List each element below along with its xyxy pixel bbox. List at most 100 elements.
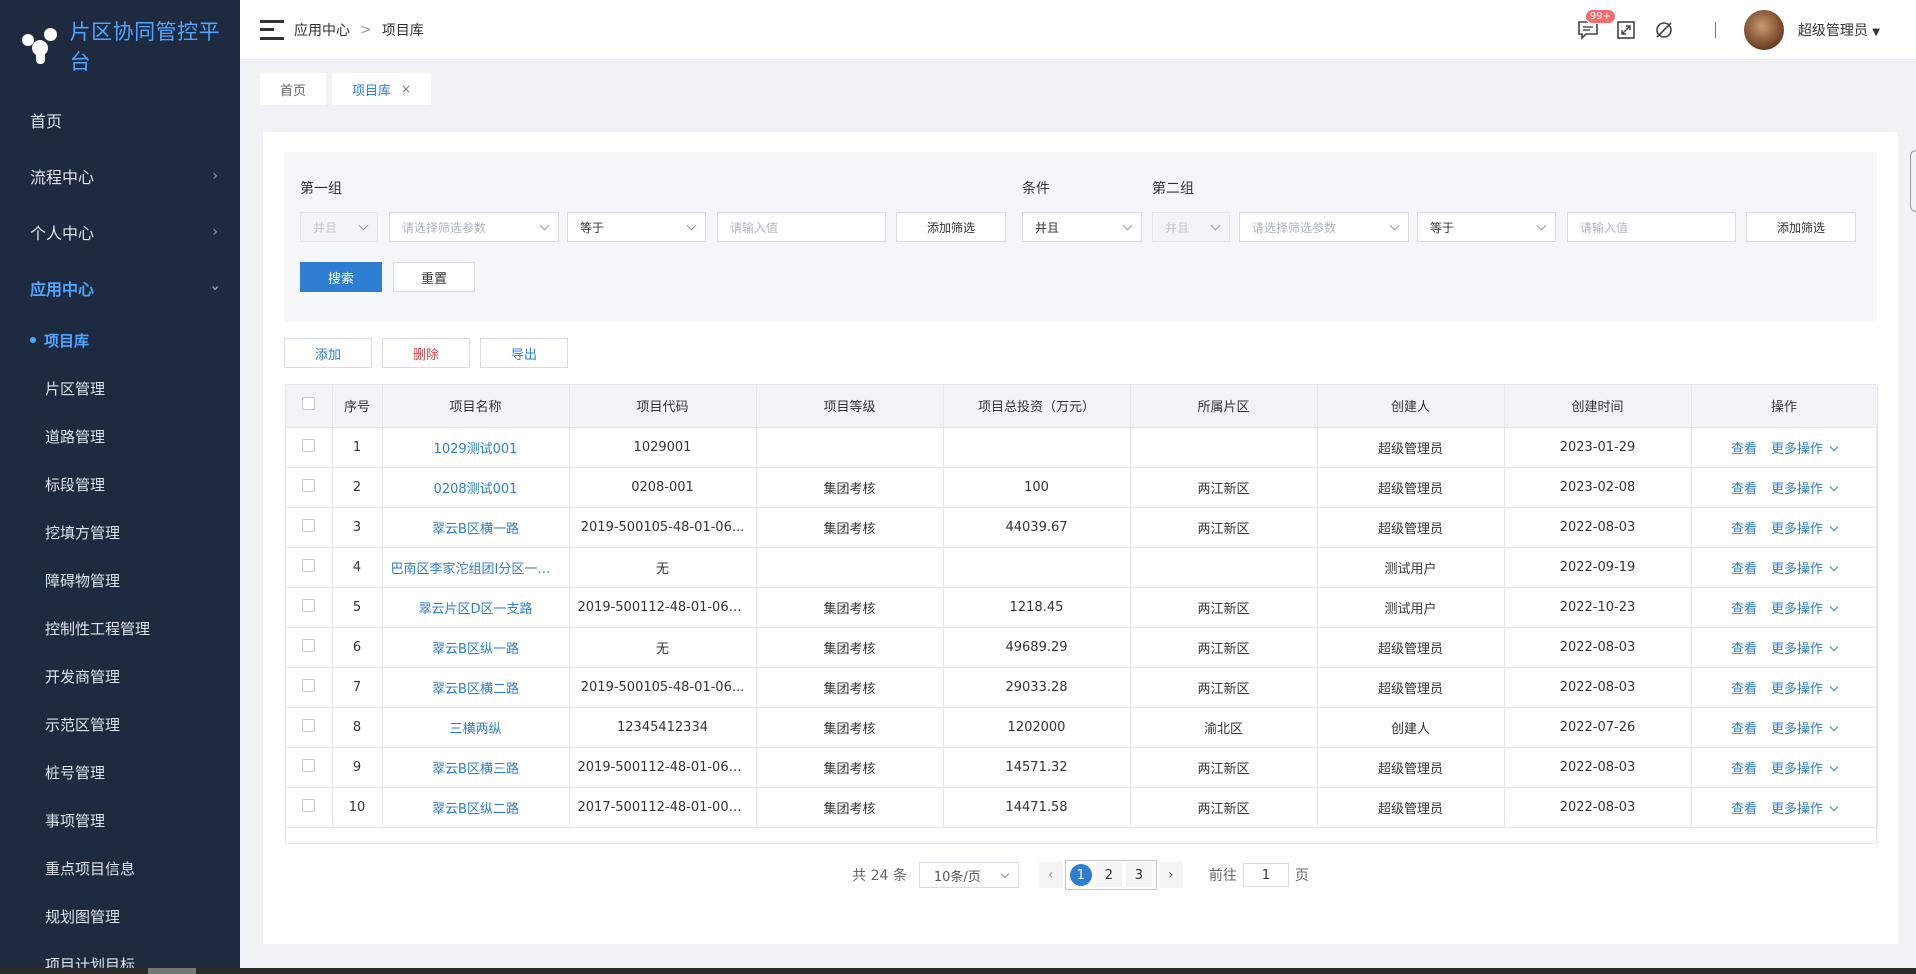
reset-button[interactable]: 重置 xyxy=(393,262,475,292)
row-checkbox[interactable] xyxy=(302,438,316,452)
sidebar-item-section-management[interactable]: 标段管理 xyxy=(0,460,240,508)
group2-value-input[interactable]: 请输入值 xyxy=(1567,212,1736,242)
message-icon[interactable]: 99+ xyxy=(1575,9,1616,43)
sidebar: 片区协同管控平台 首页 流程中心 › 个人中心 › 应用中心 › 项目库 片区管… xyxy=(0,0,240,974)
tab-home[interactable]: 首页 xyxy=(260,73,327,105)
group1-operator-select[interactable]: 等于 xyxy=(567,212,706,242)
menu-item-app-center[interactable]: 应用中心 › xyxy=(0,260,240,316)
row-checkbox[interactable] xyxy=(302,678,316,692)
menu-item-personal-center[interactable]: 个人中心 › xyxy=(0,204,240,260)
project-name-link[interactable]: 1029测试001 xyxy=(382,427,570,468)
view-link[interactable]: 查看 xyxy=(1731,762,1757,777)
more-actions-dropdown[interactable]: 更多操作 xyxy=(1771,682,1839,697)
delete-button[interactable]: 删除 xyxy=(382,338,470,368)
view-link[interactable]: 查看 xyxy=(1731,642,1757,657)
avatar[interactable] xyxy=(1743,10,1784,50)
row-checkbox[interactable] xyxy=(302,638,316,652)
group2-operator-select[interactable]: 等于 xyxy=(1417,212,1556,242)
view-link[interactable]: 查看 xyxy=(1731,602,1757,617)
view-link[interactable]: 查看 xyxy=(1731,482,1757,497)
page-number[interactable]: 1 xyxy=(1069,864,1092,886)
close-icon[interactable]: × xyxy=(401,82,411,96)
view-link[interactable]: 查看 xyxy=(1731,722,1757,737)
export-button[interactable]: 导出 xyxy=(480,338,568,368)
theme-icon[interactable] xyxy=(1651,17,1677,43)
row-checkbox[interactable] xyxy=(302,478,316,492)
header-divider xyxy=(1714,22,1716,38)
sidebar-item-obstacle-management[interactable]: 障碍物管理 xyxy=(0,556,240,604)
sidebar-item-stake-management[interactable]: 桩号管理 xyxy=(0,748,240,796)
sidebar-item-developer-management[interactable]: 开发商管理 xyxy=(0,652,240,700)
page-number[interactable]: 3 xyxy=(1125,863,1152,887)
project-name-link[interactable]: 三横两纵 xyxy=(382,707,570,748)
row-checkbox[interactable] xyxy=(302,718,316,732)
project-name-link[interactable]: 翠云片区D区一支路 xyxy=(382,587,570,628)
breadcrumb-item[interactable]: 应用中心 xyxy=(294,20,350,40)
group1-param-select[interactable]: 请选择筛选参数 xyxy=(389,212,559,242)
tab-label: 项目库 xyxy=(352,83,392,99)
group2-add-filter-button[interactable]: 添加筛选 xyxy=(1746,212,1856,242)
horizontal-scrollbar[interactable] xyxy=(0,968,1916,974)
tab-project-library[interactable]: 项目库 × xyxy=(332,73,432,105)
row-checkbox[interactable] xyxy=(302,798,316,812)
project-name-link[interactable]: 翠云B区横二路 xyxy=(382,667,570,708)
more-actions-dropdown[interactable]: 更多操作 xyxy=(1771,602,1839,617)
group1-add-filter-button[interactable]: 添加筛选 xyxy=(896,212,1006,242)
project-name-link[interactable]: 0208测试001 xyxy=(382,467,570,508)
row-checkbox[interactable] xyxy=(302,518,316,532)
sidebar-item-demo-zone-management[interactable]: 示范区管理 xyxy=(0,700,240,748)
view-link[interactable]: 查看 xyxy=(1731,522,1757,537)
more-actions-dropdown[interactable]: 更多操作 xyxy=(1771,522,1839,537)
view-link[interactable]: 查看 xyxy=(1731,682,1757,697)
app-logo[interactable]: 片区协同管控平台 xyxy=(0,0,240,92)
sidebar-item-earthwork-management[interactable]: 挖填方管理 xyxy=(0,508,240,556)
next-page-button[interactable]: › xyxy=(1158,862,1183,888)
more-actions-dropdown[interactable]: 更多操作 xyxy=(1771,802,1839,817)
row-actions: 查看 更多操作 xyxy=(1691,507,1878,548)
row-checkbox[interactable] xyxy=(302,758,316,772)
project-name-link[interactable]: 翠云B区横一路 xyxy=(382,507,570,548)
project-name-link[interactable]: 巴南区李家沱组团I分区一标段 xyxy=(382,547,570,588)
goto-page-input[interactable]: 1 xyxy=(1242,863,1289,887)
sidebar-item-road-management[interactable]: 道路管理 xyxy=(0,412,240,460)
view-link[interactable]: 查看 xyxy=(1731,562,1757,577)
fullscreen-icon[interactable] xyxy=(1613,17,1639,43)
select-all-checkbox[interactable] xyxy=(302,397,316,411)
side-scroll-handle[interactable] xyxy=(1910,150,1916,212)
more-actions-dropdown[interactable]: 更多操作 xyxy=(1771,562,1839,577)
more-actions-dropdown[interactable]: 更多操作 xyxy=(1771,642,1839,657)
table-row: 9 翠云B区横三路 2019-500112-48-01-065... 集团考核 1457… xyxy=(286,747,1878,788)
sidebar-item-planning-map[interactable]: 规划图管理 xyxy=(0,892,240,940)
scrollbar-thumb[interactable] xyxy=(148,968,196,974)
project-name-link[interactable]: 翠云B区横三路 xyxy=(382,747,570,788)
caret-down-icon: ▼ xyxy=(1872,27,1880,38)
project-name-link[interactable]: 翠云B区纵二路 xyxy=(382,787,570,828)
project-name-link[interactable]: 翠云B区纵一路 xyxy=(382,627,570,668)
more-actions-dropdown[interactable]: 更多操作 xyxy=(1771,482,1839,497)
menu-item-process-center[interactable]: 流程中心 › xyxy=(0,148,240,204)
search-button[interactable]: 搜索 xyxy=(300,262,382,292)
view-link[interactable]: 查看 xyxy=(1731,442,1757,457)
cell-invest: 29033.28 xyxy=(943,667,1131,708)
user-menu[interactable]: 超级管理员 ▼ xyxy=(1798,20,1880,40)
add-button[interactable]: 添加 xyxy=(284,338,372,368)
view-link[interactable]: 查看 xyxy=(1731,802,1757,817)
more-actions-dropdown[interactable]: 更多操作 xyxy=(1771,762,1839,777)
row-checkbox[interactable] xyxy=(302,598,316,612)
sidebar-item-control-engineering[interactable]: 控制性工程管理 xyxy=(0,604,240,652)
page-size-select[interactable]: 10条/页 xyxy=(918,862,1019,888)
group1-value-input[interactable]: 请输入值 xyxy=(717,212,886,242)
menu-toggle-icon[interactable] xyxy=(260,19,284,40)
sidebar-item-area-management[interactable]: 片区管理 xyxy=(0,364,240,412)
more-actions-dropdown[interactable]: 更多操作 xyxy=(1771,442,1839,457)
group2-param-select[interactable]: 请选择筛选参数 xyxy=(1239,212,1409,242)
row-checkbox[interactable] xyxy=(302,558,316,572)
more-actions-dropdown[interactable]: 更多操作 xyxy=(1771,722,1839,737)
sidebar-item-project-library[interactable]: 项目库 xyxy=(0,316,240,364)
sidebar-item-matter-management[interactable]: 事项管理 xyxy=(0,796,240,844)
condition-select[interactable]: 并且 xyxy=(1022,212,1142,242)
menu-item-home[interactable]: 首页 xyxy=(0,92,240,148)
prev-page-button[interactable]: ‹ xyxy=(1038,862,1063,888)
sidebar-item-key-projects[interactable]: 重点项目信息 xyxy=(0,844,240,892)
page-number[interactable]: 2 xyxy=(1095,863,1122,887)
